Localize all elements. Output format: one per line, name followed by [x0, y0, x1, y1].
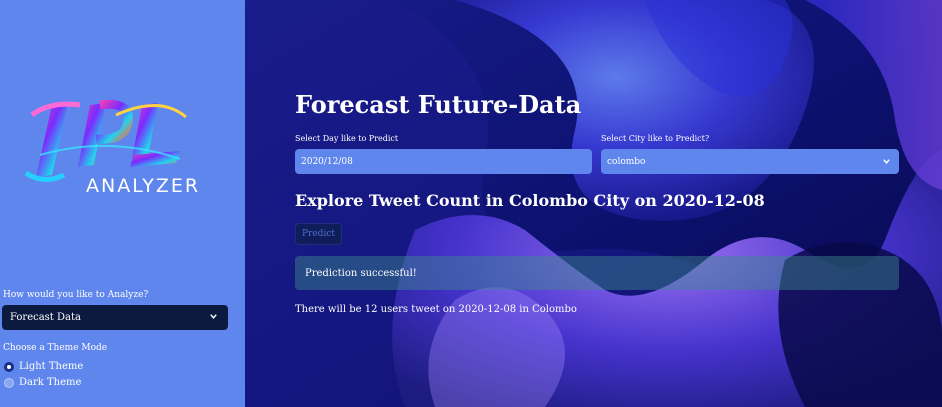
city-label: Select City like to Predict?	[601, 134, 710, 143]
theme-option-label: Dark Theme	[19, 377, 82, 388]
date-input[interactable]: 2020/12/08	[295, 149, 592, 174]
chevron-down-icon	[882, 157, 891, 169]
page-title: Forecast Future-Data	[295, 90, 582, 119]
theme-option-label: Light Theme	[19, 361, 84, 372]
day-label: Select Day like to Predict	[295, 134, 399, 143]
predict-button[interactable]: Predict	[295, 223, 342, 245]
chevron-down-icon	[209, 312, 218, 324]
analyze-label: How would you like to Analyze?	[3, 290, 149, 300]
success-alert: Prediction successful!	[295, 256, 899, 290]
main-content: Forecast Future-Data Select Day like to …	[245, 0, 942, 407]
city-select-value: colombo	[607, 156, 646, 167]
date-input-value: 2020/12/08	[301, 156, 353, 167]
logo-word: ANALYZER	[86, 175, 200, 197]
analyze-select[interactable]: Forecast Data	[2, 305, 228, 330]
city-select[interactable]: colombo	[601, 149, 899, 174]
predict-button-label: Predict	[302, 229, 335, 239]
theme-option-light[interactable]: Light Theme	[4, 361, 83, 372]
sidebar: ANALYZER How would you like to Analyze? …	[0, 0, 245, 407]
section-subtitle: Explore Tweet Count in Colombo City on 2…	[295, 191, 765, 210]
radio-selected-icon[interactable]	[4, 361, 14, 372]
success-message: Prediction successful!	[305, 267, 417, 279]
theme-label: Choose a Theme Mode	[3, 343, 108, 353]
theme-option-dark[interactable]: Dark Theme	[4, 377, 81, 388]
ipl-analyzer-logo: ANALYZER	[20, 95, 230, 205]
radio-unselected-icon[interactable]	[4, 377, 14, 388]
prediction-result: There will be 12 users tweet on 2020-12-…	[295, 304, 577, 315]
analyze-select-value: Forecast Data	[10, 312, 81, 323]
